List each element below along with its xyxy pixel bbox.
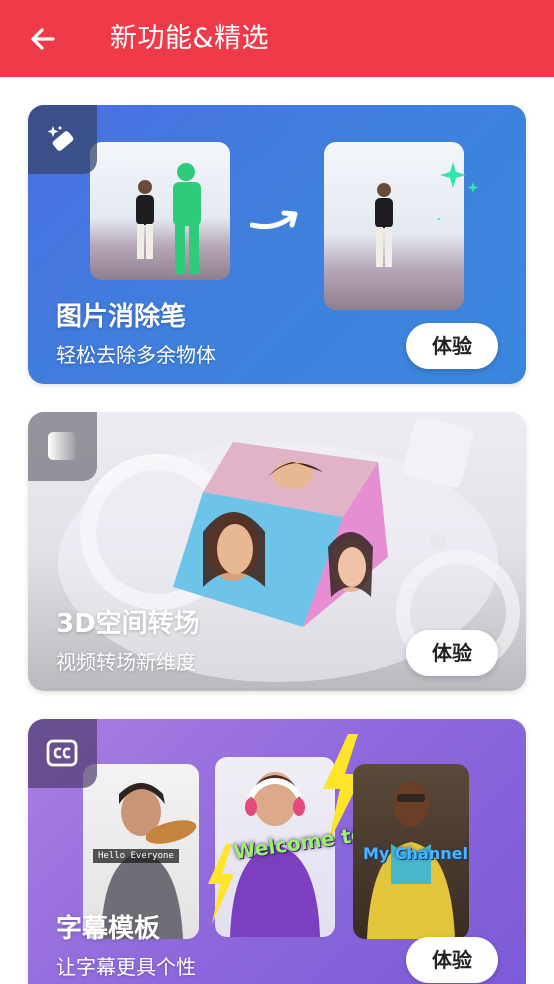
lightning-decoration bbox=[208, 844, 234, 924]
top-app-bar: 新功能&精选 bbox=[0, 0, 554, 77]
sparkle-icon bbox=[438, 162, 479, 221]
try-button[interactable]: 体验 bbox=[406, 937, 498, 983]
card-subtitle: 视频转场新维度 bbox=[56, 650, 196, 674]
page-title: 新功能&精选 bbox=[110, 23, 270, 54]
3d-cube-illustration bbox=[173, 442, 388, 627]
card-title: 图片消除笔 bbox=[56, 302, 187, 332]
try-button[interactable]: 体验 bbox=[406, 630, 498, 676]
try-button[interactable]: 体验 bbox=[406, 323, 498, 369]
card-subtitle: 让字幕更具个性 bbox=[56, 955, 196, 979]
cc-caption-icon bbox=[46, 739, 78, 767]
feature-card-caption-templates[interactable]: Hello Everyone Welcome to My Channel 字幕模… bbox=[28, 719, 526, 984]
feature-card-object-eraser[interactable]: 图片消除笔 轻松去除多余物体 体验 bbox=[28, 105, 526, 384]
arrow-left-icon bbox=[31, 28, 55, 50]
eraser-sparkle-icon bbox=[47, 126, 74, 151]
card-title: 3D空间转场 bbox=[56, 609, 200, 639]
feature-badge bbox=[28, 412, 97, 481]
card-title: 字幕模板 bbox=[56, 914, 161, 944]
back-button[interactable] bbox=[22, 18, 64, 60]
feature-badge bbox=[28, 105, 97, 174]
gradient-square-icon bbox=[48, 432, 76, 460]
arrow-right-icon bbox=[250, 210, 298, 230]
feature-card-3d-transition[interactable]: 3D空间转场 视频转场新维度 体验 bbox=[28, 412, 526, 691]
feature-badge bbox=[28, 719, 97, 788]
card-subtitle: 轻松去除多余物体 bbox=[56, 343, 216, 367]
caption-text: Hello Everyone bbox=[93, 849, 179, 863]
before-photo bbox=[90, 142, 230, 280]
caption-text: My Channel bbox=[363, 844, 468, 863]
